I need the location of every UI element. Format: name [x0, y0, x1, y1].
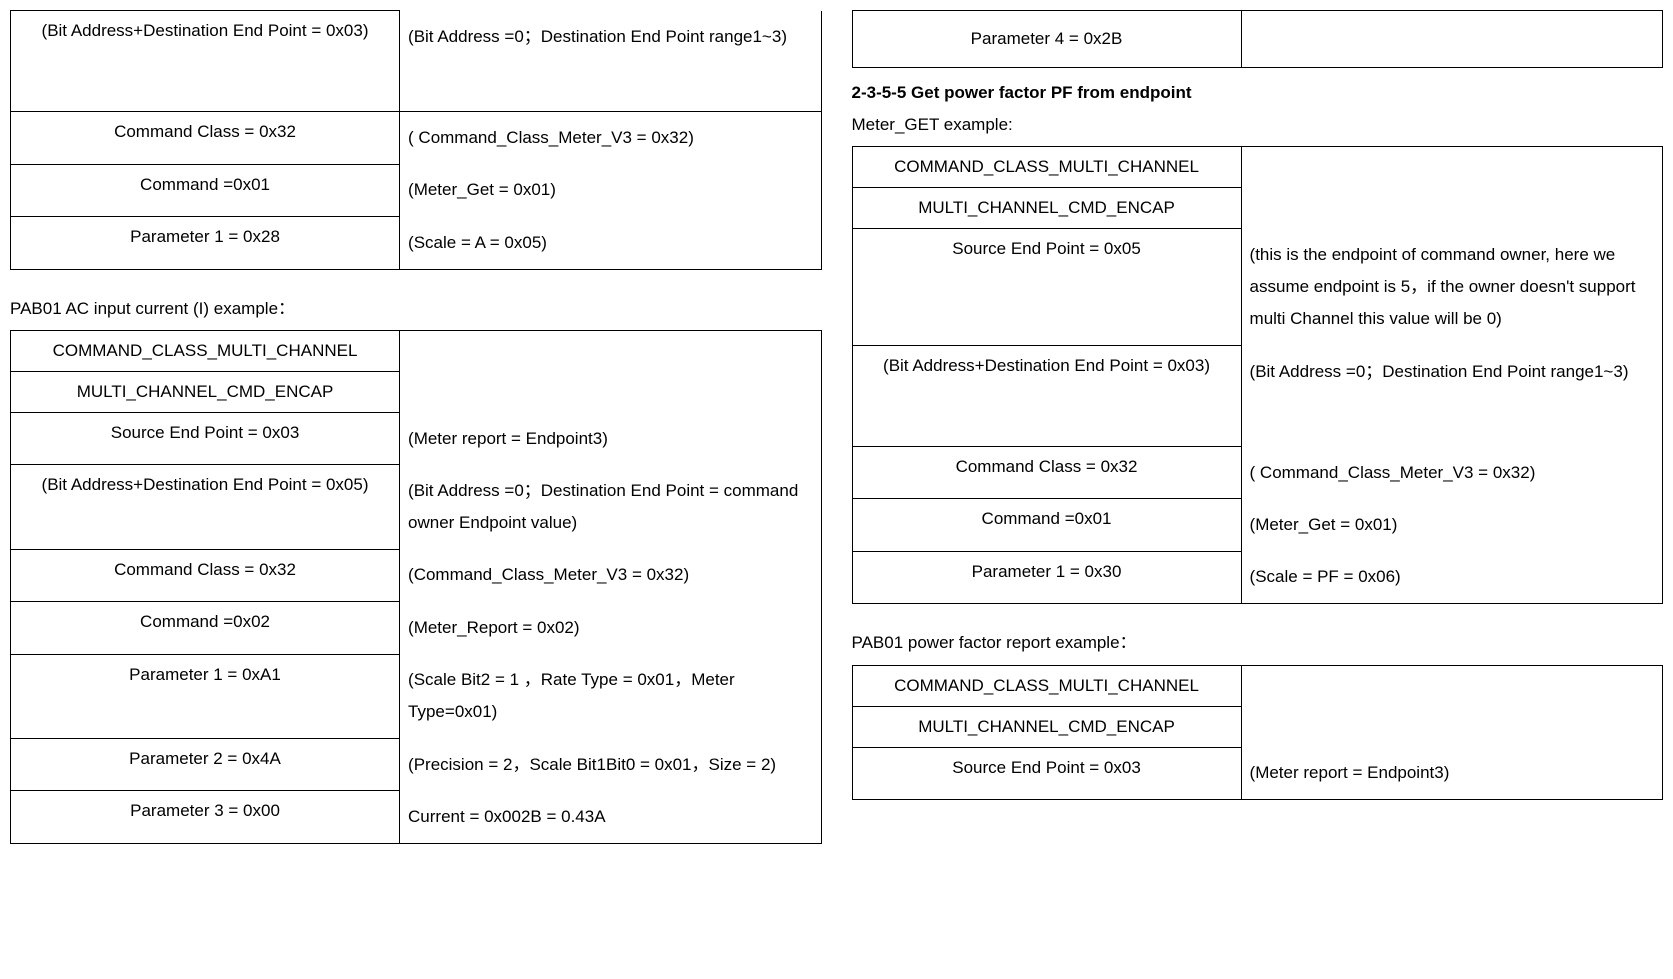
- cell: (Scale Bit2 = 1 ，Rate Type = 0x01，Meter …: [400, 654, 821, 739]
- cell: Source End Point = 0x05: [852, 229, 1241, 346]
- cell: Command =0x01: [11, 164, 400, 216]
- left-column: (Bit Address+Destination End Point = 0x0…: [10, 10, 822, 854]
- cell: (Bit Address =0；Destination End Point = …: [400, 465, 821, 550]
- cell: COMMAND_CLASS_MULTI_CHANNEL: [11, 331, 400, 372]
- cell: COMMAND_CLASS_MULTI_CHANNEL: [852, 665, 1241, 706]
- cell: Parameter 1 = 0xA1: [11, 654, 400, 739]
- cell: (Bit Address+Destination End Point = 0x0…: [852, 346, 1241, 447]
- cell: [1241, 665, 1662, 706]
- cell: MULTI_CHANNEL_CMD_ENCAP: [11, 372, 400, 413]
- section-heading: 2-3-5-5 Get power factor PF from endpoin…: [852, 83, 1664, 103]
- cell: (Bit Address+Destination End Point = 0x0…: [11, 465, 400, 550]
- cell: (Command_Class_Meter_V3 = 0x32): [400, 549, 821, 601]
- cell: [400, 372, 821, 413]
- right-table-0: Parameter 4 = 0x2B: [852, 10, 1664, 68]
- cell: MULTI_CHANNEL_CMD_ENCAP: [852, 706, 1241, 747]
- cell: Command =0x02: [11, 602, 400, 654]
- right-table-1: COMMAND_CLASS_MULTI_CHANNEL MULTI_CHANNE…: [852, 146, 1664, 604]
- cell: (Bit Address+Destination End Point = 0x0…: [11, 11, 400, 112]
- cell: (Meter_Get = 0x01): [1241, 499, 1662, 551]
- cell: MULTI_CHANNEL_CMD_ENCAP: [852, 188, 1241, 229]
- cell: Source End Point = 0x03: [852, 747, 1241, 800]
- cell: Command Class = 0x32: [11, 112, 400, 165]
- cell: Parameter 3 = 0x00: [11, 791, 400, 844]
- cell: [1241, 11, 1662, 68]
- cell: [1241, 706, 1662, 747]
- cell: ( Command_Class_Meter_V3 = 0x32): [400, 112, 821, 165]
- cell: (Meter_Get = 0x01): [400, 164, 821, 216]
- cell: Command =0x01: [852, 499, 1241, 551]
- left-caption-1: PAB01 AC input current (I) example：: [10, 295, 822, 322]
- right-caption-2: PAB01 power factor report example：: [852, 629, 1664, 656]
- cell: (Scale = A = 0x05): [400, 217, 821, 270]
- cell: Command Class = 0x32: [852, 447, 1241, 499]
- cell: [1241, 188, 1662, 229]
- cell: Current = 0x002B = 0.43A: [400, 791, 821, 844]
- right-column: Parameter 4 = 0x2B 2-3-5-5 Get power fac…: [852, 10, 1664, 854]
- cell: (Meter report = Endpoint3): [400, 413, 821, 465]
- cell: ( Command_Class_Meter_V3 = 0x32): [1241, 447, 1662, 499]
- document-page: (Bit Address+Destination End Point = 0x0…: [10, 10, 1663, 854]
- cell: Parameter 2 = 0x4A: [11, 739, 400, 791]
- right-caption-1: Meter_GET example:: [852, 111, 1664, 138]
- right-table-2: COMMAND_CLASS_MULTI_CHANNEL MULTI_CHANNE…: [852, 665, 1664, 801]
- cell: Parameter 1 = 0x28: [11, 217, 400, 270]
- cell: COMMAND_CLASS_MULTI_CHANNEL: [852, 147, 1241, 188]
- cell: (Bit Address =0；Destination End Point ra…: [1241, 346, 1662, 447]
- cell: Command Class = 0x32: [11, 549, 400, 601]
- left-table-2: COMMAND_CLASS_MULTI_CHANNEL MULTI_CHANNE…: [10, 330, 822, 844]
- cell: (Bit Address =0；Destination End Point ra…: [400, 11, 821, 112]
- cell: (Precision = 2，Scale Bit1Bit0 = 0x01，Siz…: [400, 739, 821, 791]
- cell: [1241, 147, 1662, 188]
- cell: Parameter 4 = 0x2B: [852, 11, 1241, 68]
- cell: (Scale = PF = 0x06): [1241, 551, 1662, 604]
- cell: (Meter_Report = 0x02): [400, 602, 821, 654]
- cell: Parameter 1 = 0x30: [852, 551, 1241, 604]
- cell: (this is the endpoint of command owner, …: [1241, 229, 1662, 346]
- cell: Source End Point = 0x03: [11, 413, 400, 465]
- cell: (Meter report = Endpoint3): [1241, 747, 1662, 800]
- cell: [400, 331, 821, 372]
- left-table-1: (Bit Address+Destination End Point = 0x0…: [10, 10, 822, 270]
